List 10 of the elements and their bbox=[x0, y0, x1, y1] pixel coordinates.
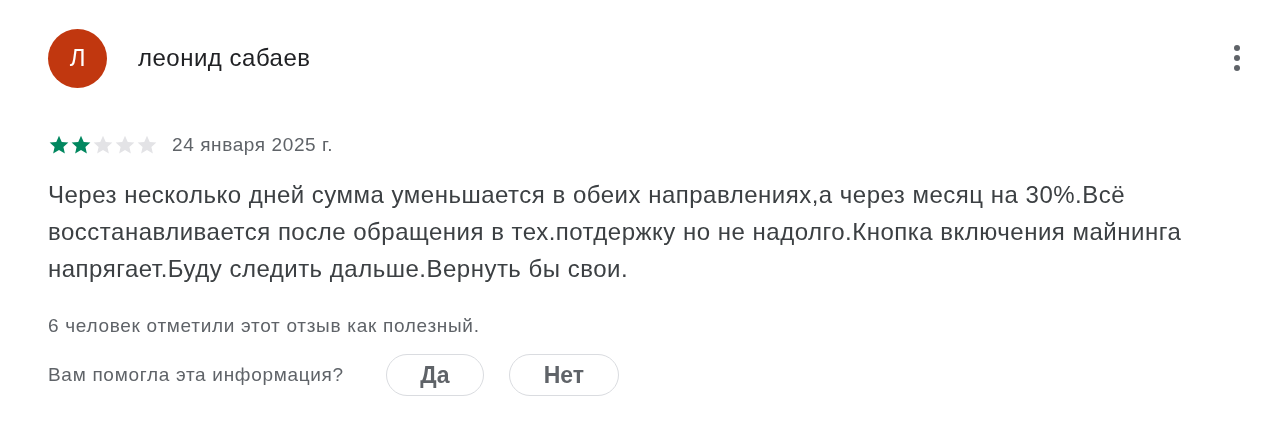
review-text: Через несколько дней сумма уменьшается в обеих направлениях,а через месяц на 30%.Всё восстанавливается после обращения в тех.потдержку но не надолго.Кнопка включения майнинга напрягает.Буду следить дальше.Вернуть бы свои. bbox=[48, 180, 1183, 284]
star-icon bbox=[70, 134, 92, 156]
helpful-count: 6 человек отметили этот отзыв как полезный. bbox=[48, 315, 481, 337]
yes-button[interactable]: Да bbox=[385, 354, 484, 396]
no-button[interactable]: Нет bbox=[508, 354, 619, 396]
author-name: леонид сабаев bbox=[138, 44, 312, 72]
star-icon bbox=[48, 134, 70, 156]
review-date: 24 января 2025 г. bbox=[172, 134, 334, 156]
helpful-question: Вам помогла эта информация? bbox=[48, 364, 344, 386]
avatar: Л bbox=[48, 28, 107, 88]
